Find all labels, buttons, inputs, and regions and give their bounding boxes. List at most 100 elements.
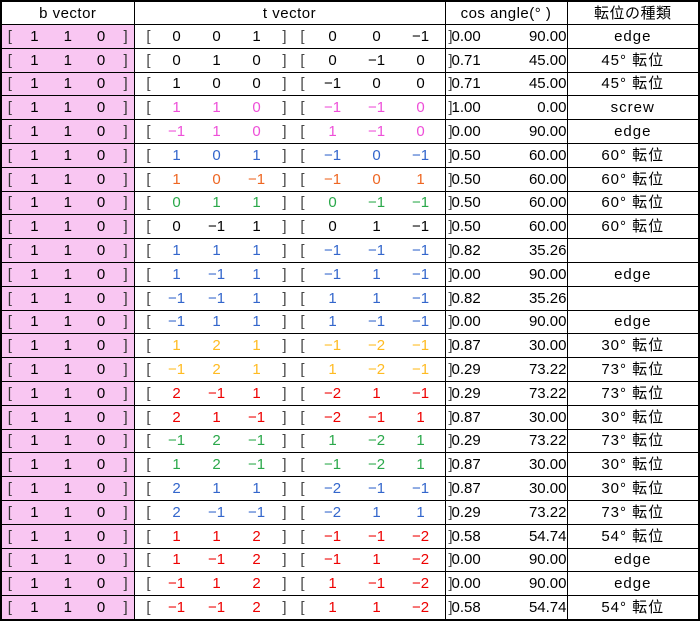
angle-value: 35.26: [528, 242, 567, 260]
vector-component: 1: [212, 123, 221, 141]
left-bracket-icon: [: [7, 313, 12, 331]
right-bracket-icon: ]: [282, 123, 287, 141]
vector-component: 1: [30, 361, 39, 379]
left-bracket-icon: [: [7, 337, 12, 355]
t-vector-positive: [−1 −1 1]: [141, 291, 293, 306]
left-bracket-icon: [: [300, 51, 305, 69]
vector-component: 1: [63, 123, 72, 141]
vector: [1 1 0]: [2, 529, 134, 544]
vector-component: 0: [96, 575, 106, 593]
vector-component: 1: [252, 265, 261, 283]
cos-value: 0.29: [451, 384, 481, 402]
b-vector-cell: [1 1 0]: [0, 499, 135, 525]
cos-angle-cell: 0.00 90.00: [444, 24, 568, 49]
vector-component: 1: [416, 408, 425, 426]
vector-component: 0: [416, 51, 425, 69]
left-bracket-icon: [: [7, 361, 12, 379]
vector-component: 1: [30, 146, 39, 164]
vector-component: −2: [411, 527, 430, 545]
cos-angle-cell: 0.29 73.22: [444, 428, 568, 454]
vector-component: −1: [411, 146, 430, 164]
b-vector-cell: [1 1 0]: [0, 595, 135, 621]
vector-component: −1: [167, 575, 186, 593]
vector-component: 1: [30, 313, 39, 331]
cos-angle-cell: 0.82 35.26: [444, 285, 568, 311]
right-bracket-icon: ]: [123, 384, 128, 402]
left-bracket-icon: [: [146, 289, 151, 307]
vector-component: 1: [372, 218, 381, 236]
vector-component: 1: [172, 551, 181, 569]
t-vector-cell: [0 1 0][0 −1 0]: [133, 47, 453, 73]
vector-component: 0: [96, 337, 106, 355]
table-row: [1 1 0][−1 −1 2][1 1 −2] 0.58 54.74 54° 転位: [0, 595, 700, 621]
cos-value: 0.50: [451, 170, 481, 188]
vector-component: 1: [328, 599, 337, 617]
vector-component: 0: [96, 480, 106, 498]
dislocation-kind-label: 30° 転位: [601, 337, 665, 355]
dislocation-kind-cell: 45° 転位: [566, 71, 700, 97]
dislocation-kind-cell: edge: [566, 24, 700, 49]
t-vector-positive: [1 2 1]: [141, 338, 293, 353]
vector-component: 0: [96, 503, 106, 521]
vector: [1 1 0]: [2, 100, 134, 115]
dislocation-kind-label: edge: [614, 27, 652, 45]
vector-component: 1: [212, 99, 221, 117]
t-vector-negative: [−1 0 −1]: [295, 148, 459, 163]
dislocation-kind-cell: 73° 転位: [566, 357, 700, 382]
dislocation-kind-cell: 30° 転位: [566, 476, 700, 501]
vector: [1 1 0]: [2, 433, 134, 448]
dislocation-kind-label: 45° 転位: [601, 75, 665, 93]
b-vector-cell: [1 1 0]: [0, 523, 135, 549]
vector-component: −1: [411, 361, 430, 379]
vector-component: −1: [167, 123, 186, 141]
vector-component: 0: [96, 384, 106, 402]
vector: [1 1 0]: [2, 124, 134, 139]
vector: [1 1 0]: [2, 410, 134, 425]
vector: [1 1 0]: [2, 291, 134, 306]
vector-component: 1: [63, 456, 72, 474]
dislocation-kind-label: 73° 転位: [601, 503, 665, 521]
vector-component: −1: [411, 337, 430, 355]
dislocation-kind-label: 54° 転位: [601, 527, 665, 545]
vector-component: 0: [96, 194, 106, 212]
t-vector-positive: [1 1 2]: [141, 529, 293, 544]
b-vector-cell: [1 1 0]: [0, 119, 135, 144]
t-vector-cell: [−1 1 2][1 −1 −2]: [133, 571, 453, 597]
dislocation-kind-label: 30° 転位: [601, 456, 665, 474]
cos-angle-cell: 0.50 60.00: [444, 214, 568, 240]
vector-component: 0: [96, 408, 106, 426]
t-vector-negative: [−1 −1 −1]: [295, 243, 459, 258]
right-bracket-icon: ]: [282, 194, 287, 212]
vector-component: −2: [367, 337, 386, 355]
dislocation-kind-label: edge: [614, 551, 652, 569]
right-bracket-icon: ]: [123, 51, 128, 69]
dislocation-kind-cell: screw: [566, 95, 700, 121]
vector-component: 1: [30, 456, 39, 474]
left-bracket-icon: [: [300, 146, 305, 164]
left-bracket-icon: [: [300, 289, 305, 307]
vector-component: 0: [372, 27, 381, 45]
vector-component: −1: [367, 575, 386, 593]
vector-component: 1: [63, 480, 72, 498]
right-bracket-icon: ]: [123, 289, 128, 307]
dislocation-kind-cell: edge: [566, 309, 700, 335]
vector-component: 1: [63, 337, 72, 355]
vector-component: 0: [96, 242, 106, 260]
cos-angle-cell: 0.29 73.22: [444, 357, 568, 382]
vector: [1 1 0]: [2, 362, 134, 377]
t-vector-negative: [−1 −2 −1]: [295, 338, 459, 353]
vector-component: 1: [63, 384, 72, 402]
t-vector-cell: [−1 1 1][1 −1 −1]: [133, 309, 453, 335]
vector-component: −1: [367, 194, 386, 212]
left-bracket-icon: [: [300, 170, 305, 188]
vector-component: 0: [96, 551, 106, 569]
table-row: [1 1 0][1 1 1][−1 −1 −1] 0.82 35.26: [0, 238, 700, 263]
vector-component: 1: [416, 170, 425, 188]
right-bracket-icon: ]: [123, 408, 128, 426]
table-row: [1 1 0][−1 1 2][1 −1 −2] 0.00 90.00 edge: [0, 571, 700, 597]
vector: [1 1 0]: [2, 481, 134, 496]
left-bracket-icon: [: [300, 527, 305, 545]
left-bracket-icon: [: [7, 408, 12, 426]
table-row: [1 1 0][1 1 0][−1 −1 0] 1.00 0.00 screw: [0, 95, 700, 121]
vector-component: 1: [172, 170, 181, 188]
